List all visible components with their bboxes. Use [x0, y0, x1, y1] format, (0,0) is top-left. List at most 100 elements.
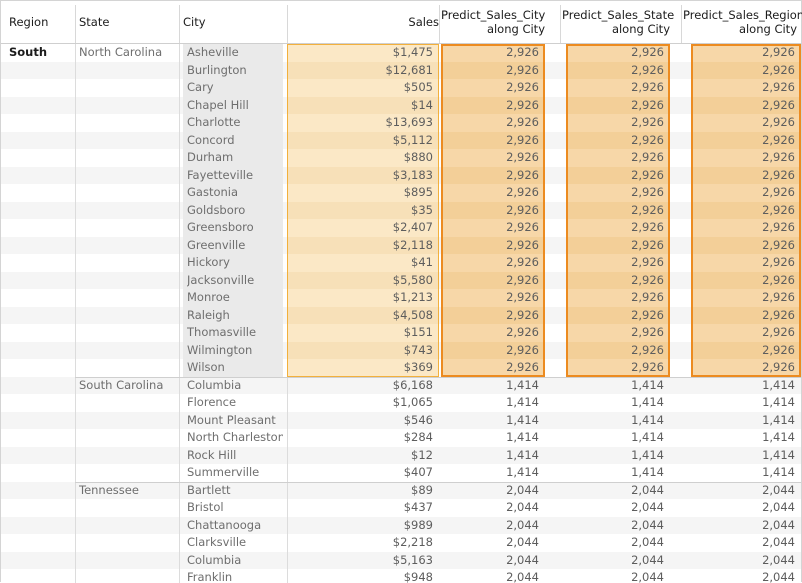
table-row[interactable]: Franklin $948 2,044 2,044 2,044	[1, 569, 801, 583]
cell-sales: $5,112	[392, 132, 433, 147]
column-header-state[interactable]: State	[79, 1, 177, 43]
cell-state: Tennessee	[79, 482, 139, 497]
cell-sales: $35	[411, 202, 433, 217]
cell-state	[79, 62, 177, 80]
table-row[interactable]: Chapel Hill $14 2,926 2,926 2,926	[1, 96, 801, 115]
cell-state	[79, 167, 177, 185]
cell-sales: $284	[403, 430, 433, 444]
header-divider-sales-pred1	[439, 5, 440, 43]
table-row[interactable]: Durham $880 2,926 2,926 2,926	[1, 149, 801, 167]
cell-region	[9, 447, 73, 465]
cell-predict-state: 2,926	[631, 150, 664, 164]
cell-predict-state: 1,414	[631, 412, 664, 427]
table-row[interactable]: Burlington $12,681 2,926 2,926 2,926	[1, 61, 801, 80]
cell-predict-state: 1,414	[631, 377, 664, 392]
column-header-sales[interactable]: Sales	[291, 1, 439, 43]
cell-state	[79, 394, 177, 412]
group-separator	[75, 481, 801, 483]
cell-sales: $5,580	[392, 272, 433, 287]
table-row[interactable]: Wilmington $743 2,926 2,926 2,926	[1, 341, 801, 359]
table-row[interactable]: Florence $1,065 1,414 1,414 1,414	[1, 394, 801, 412]
cell-region	[9, 412, 73, 430]
cell-state	[79, 324, 177, 342]
cell-predict-region: 1,414	[762, 447, 795, 462]
cell-predict-region: 1,414	[762, 412, 795, 427]
cell-region	[9, 324, 73, 342]
cell-sales: $12,681	[385, 62, 433, 77]
cell-predict-city: 1,414	[506, 412, 539, 427]
table-row[interactable]: Rock Hill $12 1,414 1,414 1,414	[1, 446, 801, 465]
column-divider-2	[287, 44, 288, 583]
cell-sales: $4,508	[392, 307, 433, 322]
table-row[interactable]: Cary $505 2,926 2,926 2,926	[1, 79, 801, 97]
table-row[interactable]: Greensboro $2,407 2,926 2,926 2,926	[1, 219, 801, 237]
column-header-predict-sales-city[interactable]: Predict_Sales_City along City	[441, 1, 545, 43]
cell-predict-city: 2,926	[506, 220, 539, 234]
cell-city: Fayetteville	[187, 167, 254, 182]
table-row[interactable]: Clarksville $2,218 2,044 2,044 2,044	[1, 534, 801, 552]
cell-predict-city: 2,926	[506, 45, 539, 59]
table-row[interactable]: Wilson $369 2,926 2,926 2,926	[1, 359, 801, 377]
table-row[interactable]: Goldsboro $35 2,926 2,926 2,926	[1, 201, 801, 220]
cell-predict-region: 2,926	[762, 290, 795, 304]
cell-city: Rock Hill	[187, 447, 237, 462]
cell-city: Concord	[187, 132, 235, 147]
cell-sales: $89	[411, 482, 433, 497]
cell-region	[9, 219, 73, 237]
cell-region	[9, 97, 73, 115]
cell-region	[9, 464, 73, 482]
cell-city: Goldsboro	[187, 202, 246, 217]
cell-predict-city: 2,926	[506, 167, 539, 182]
cell-city: Columbia	[187, 377, 242, 392]
table-row[interactable]: Fayetteville $3,183 2,926 2,926 2,926	[1, 166, 801, 185]
cell-sales: $14	[411, 97, 433, 112]
cell-predict-region: 2,926	[762, 307, 795, 322]
table-row[interactable]: Greenville $2,118 2,926 2,926 2,926	[1, 236, 801, 254]
cell-predict-state: 2,926	[631, 307, 664, 322]
cell-sales: $1,065	[392, 395, 433, 409]
cell-region	[9, 569, 73, 583]
cell-predict-region: 2,044	[762, 517, 795, 532]
cell-state	[79, 149, 177, 167]
cell-city: Durham	[187, 150, 234, 164]
table-row[interactable]: Monroe $1,213 2,926 2,926 2,926	[1, 289, 801, 307]
cell-predict-city: 2,926	[506, 237, 539, 252]
table-row[interactable]: Gastonia $895 2,926 2,926 2,926	[1, 184, 801, 202]
table-row[interactable]: Jacksonville $5,580 2,926 2,926 2,926	[1, 271, 801, 289]
table-row[interactable]: Raleigh $4,508 2,926 2,926 2,926	[1, 306, 801, 324]
column-header-city[interactable]: City	[183, 1, 283, 43]
cell-predict-state: 2,926	[631, 220, 664, 234]
cell-predict-state: 2,044	[631, 482, 664, 497]
table-row[interactable]: Bristol $437 2,044 2,044 2,044	[1, 499, 801, 517]
column-header-predict-sales-state[interactable]: Predict_Sales_State along City	[562, 1, 675, 43]
table-row[interactable]: South Carolina Columbia $6,168 1,414 1,414 1,…	[1, 376, 801, 394]
table-row[interactable]: Hickory $41 2,926 2,926 2,926	[1, 254, 801, 272]
cell-sales: $895	[403, 185, 433, 199]
table-row[interactable]: Mount Pleasant $546 1,414 1,414 1,414	[1, 411, 801, 430]
table-row[interactable]: Concord $5,112 2,926 2,926 2,926	[1, 131, 801, 150]
predict-city-line1: Predict_Sales_City	[441, 7, 546, 22]
table-row[interactable]: North Charleston $284 1,414 1,414 1,414	[1, 429, 801, 447]
table-body[interactable]: South North Carolina Asheville $1,475 2,926 2…	[1, 44, 801, 583]
table-row[interactable]: Tennessee Bartlett $89 2,044 2,044 2,044	[1, 481, 801, 499]
table-row[interactable]: Columbia $5,163 2,044 2,044 2,044	[1, 551, 801, 569]
column-header-region[interactable]: Region	[9, 1, 75, 43]
cell-region	[9, 394, 73, 412]
cell-predict-city: 2,926	[506, 255, 539, 269]
column-header-predict-sales-region[interactable]: Predict_Sales_Region along City	[683, 1, 802, 43]
table-row[interactable]: South North Carolina Asheville $1,475 2,926 2…	[1, 44, 801, 62]
table-row[interactable]: Charlotte $13,693 2,926 2,926 2,926	[1, 114, 801, 132]
table-row[interactable]: Summerville $407 1,414 1,414 1,414	[1, 464, 801, 482]
cell-predict-region: 2,044	[762, 482, 795, 497]
cell-region	[9, 289, 73, 307]
cell-state	[79, 202, 177, 220]
predict-state-line1: Predict_Sales_State	[562, 7, 675, 22]
cell-predict-city: 1,414	[506, 377, 539, 392]
cell-city: Columbia	[187, 552, 242, 567]
table-row[interactable]: Chattanooga $989 2,044 2,044 2,044	[1, 516, 801, 534]
cell-region	[9, 132, 73, 150]
table-row[interactable]: Thomasville $151 2,926 2,926 2,926	[1, 324, 801, 342]
header-divider-state-city	[179, 5, 180, 43]
cell-predict-state: 2,926	[631, 62, 664, 77]
cell-city: Wilson	[187, 360, 225, 374]
